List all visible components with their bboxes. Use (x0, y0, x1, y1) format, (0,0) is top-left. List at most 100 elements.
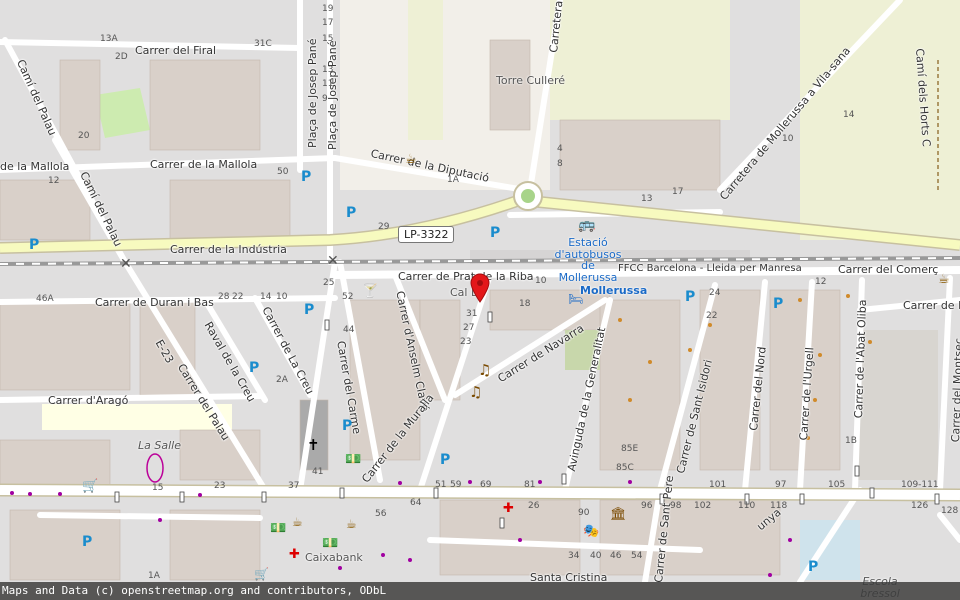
house-number: 59 (450, 480, 462, 490)
house-number: 4 (557, 144, 563, 154)
street-label-mallola: Carrer de la Mallola (150, 158, 258, 171)
attribution-link[interactable]: Maps and Data (c) openstreetmap.org and … (2, 584, 386, 597)
pharmacy-icon[interactable]: ✚ (503, 502, 514, 515)
place-caixabank[interactable]: Caixabank (305, 552, 363, 564)
place-mollerussa[interactable]: Mollerussa (580, 285, 647, 297)
cafe-icon[interactable]: ☕ (292, 516, 303, 528)
house-number: 13A (100, 34, 118, 44)
bank-icon[interactable]: 💵 (270, 522, 286, 535)
parking-icon[interactable]: P (249, 361, 259, 375)
parking-icon[interactable]: P (304, 303, 314, 317)
parking-icon[interactable]: P (82, 535, 92, 549)
house-number: 23 (214, 481, 226, 491)
house-number: 46A (36, 294, 54, 304)
house-number: 98 (670, 501, 682, 511)
parking-icon[interactable]: P (346, 206, 356, 220)
church-icon[interactable]: ✝ (307, 438, 320, 453)
house-number: 126 (911, 501, 929, 511)
street-label-comerc: Carrer del Comerç (838, 263, 939, 276)
road-ref-shield: LP-3322 (398, 226, 455, 243)
house-number: 34 (568, 551, 580, 561)
parking-icon[interactable]: P (490, 226, 500, 240)
railway-label: FFCC Barcelona - Lleida per Manresa (618, 263, 802, 274)
house-number: 81 (524, 480, 536, 490)
bar-icon[interactable]: 🍸 (362, 285, 378, 298)
cafe-icon[interactable]: ☕ (938, 273, 950, 286)
theatre-icon[interactable]: 🎭 (583, 525, 599, 538)
bus-station-icon[interactable]: 🚌 (578, 218, 595, 232)
house-number: 31C (254, 39, 272, 49)
house-number: 28 (218, 292, 230, 302)
house-number: 29 (378, 222, 390, 232)
house-number: 22 (232, 292, 244, 302)
location-marker-icon[interactable] (470, 273, 490, 303)
level-crossing-icon: ✕ (327, 253, 339, 269)
museum-icon[interactable]: 🏛 (610, 508, 627, 521)
parking-icon[interactable]: P (808, 560, 818, 574)
house-number: 128 (941, 506, 959, 516)
cafe-icon[interactable]: ☕ (346, 518, 357, 530)
parking-icon[interactable]: P (773, 297, 783, 311)
house-number: 109-111 (901, 480, 939, 490)
street-label-placa-josep: Plaça de Josep Pané (306, 38, 319, 148)
house-number: 13 (641, 194, 653, 204)
house-number: 102 (694, 501, 712, 511)
place-la-salle[interactable]: La Salle (138, 440, 181, 452)
parking-icon[interactable]: P (301, 170, 311, 184)
farmland-east (800, 0, 960, 240)
house-number: 101 (709, 480, 727, 490)
house-number: 1B (845, 436, 857, 446)
house-number: 20 (78, 131, 90, 141)
house-number: 56 (375, 509, 387, 519)
parking-icon[interactable]: P (440, 453, 450, 467)
house-number: 85E (621, 444, 639, 454)
street-label-carrer-e: Carrer de E (903, 299, 960, 312)
house-number: 54 (631, 551, 643, 561)
industrial-area (858, 330, 938, 480)
cafe-icon[interactable]: ☕ (405, 153, 417, 166)
house-number: 9 (322, 94, 328, 104)
house-number: 96 (641, 501, 653, 511)
place-bus-station[interactable]: Estació d'autobusos de Mollerussa (553, 237, 623, 283)
street-label-duran-bas: Carrer de Duran i Bas (95, 296, 214, 309)
shop-icon[interactable]: 🛒 (254, 568, 269, 580)
hotel-icon[interactable]: 🛏 (568, 293, 583, 305)
house-number: 18 (519, 299, 531, 309)
bank-icon[interactable]: 💵 (345, 453, 361, 466)
bank-icon[interactable]: 💵 (322, 537, 338, 550)
house-number: 110 (738, 501, 756, 511)
house-number: 24 (709, 288, 721, 298)
house-number: 1A (447, 175, 459, 185)
street-label-montsec: Carrer del Montsec (949, 337, 960, 443)
house-number: 14 (260, 292, 272, 302)
house-number: 51 (435, 480, 447, 490)
street-label-industria: Carrer de la Indústria (170, 243, 287, 256)
house-number: 15 (322, 34, 334, 44)
street-label-prat-riba: Carrer de Prat de la Riba (398, 270, 534, 283)
house-number: 105 (828, 480, 846, 490)
house-number: 25 (323, 278, 335, 288)
house-number: 26 (528, 501, 540, 511)
parking-icon[interactable]: P (685, 290, 695, 304)
house-number: 40 (590, 551, 602, 561)
farmland (550, 0, 730, 120)
house-number: 46 (610, 551, 622, 561)
pharmacy-icon[interactable]: ✚ (289, 548, 300, 561)
house-number: 44 (343, 325, 355, 335)
music-icon[interactable]: ♫ (478, 363, 491, 378)
music-icon[interactable]: ♫ (469, 385, 482, 400)
map-attribution[interactable]: Maps and Data (c) openstreetmap.org and … (0, 582, 960, 600)
house-number: 85C (616, 463, 634, 473)
house-number: 1A (148, 571, 160, 581)
house-number: 118 (770, 501, 788, 511)
parking-icon[interactable]: P (342, 419, 352, 433)
place-torre-cullere[interactable]: Torre Culleré (496, 75, 565, 87)
house-number: 23 (460, 337, 472, 347)
house-number: 31 (466, 309, 478, 319)
map-view[interactable]: ✕ ✕ Carrer del Firal Carrer de la Mallol… (0, 0, 960, 600)
street-label-arago: Carrer d'Aragó (48, 394, 129, 407)
parking-icon[interactable]: P (29, 238, 39, 252)
house-number: 17 (672, 187, 684, 197)
shop-icon[interactable]: 🛒 (82, 480, 98, 493)
house-number: 17 (322, 18, 334, 28)
